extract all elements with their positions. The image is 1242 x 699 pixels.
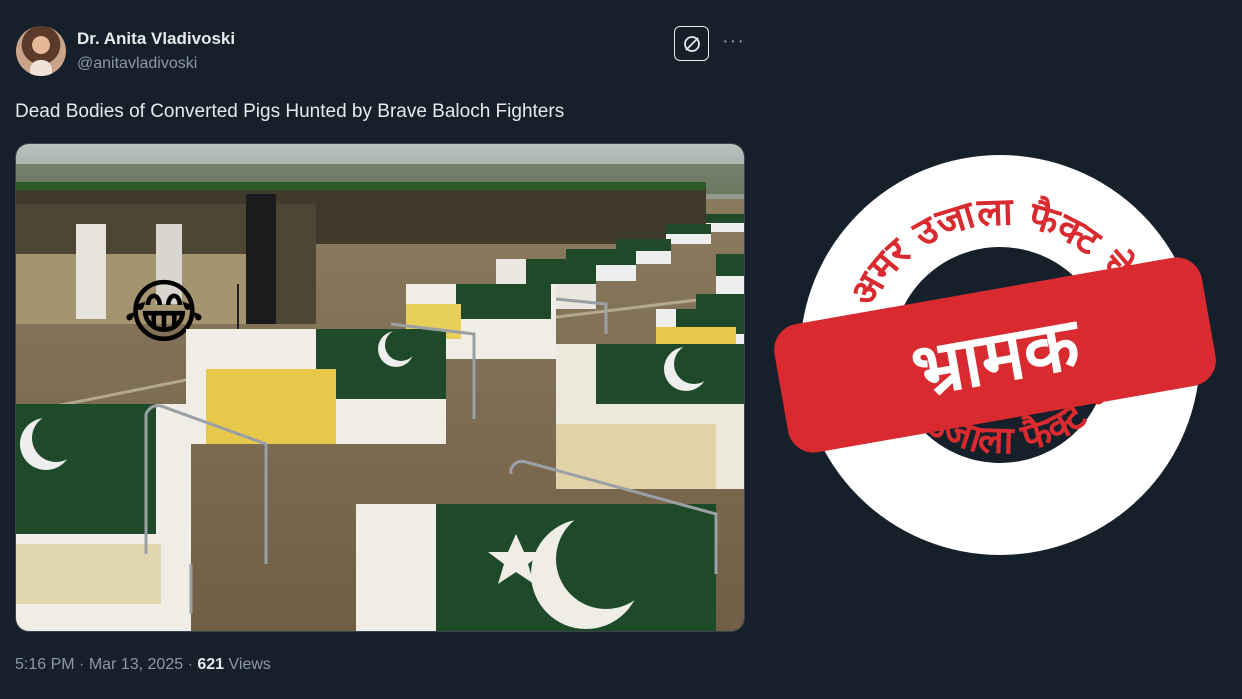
grok-icon	[683, 35, 700, 52]
avatar[interactable]	[16, 26, 66, 76]
author-display-name[interactable]: Dr. Anita Vladivoski	[77, 29, 235, 49]
separator: ·	[79, 656, 85, 673]
separator: ·	[187, 656, 193, 673]
tweet-card: Dr. Anita Vladivoski @anitavladivoski ··…	[0, 0, 760, 699]
views-count: 621	[197, 656, 225, 673]
grok-button[interactable]	[674, 26, 709, 61]
tweet-text: Dead Bodies of Converted Pigs Hunted by …	[15, 101, 565, 122]
tweet-time[interactable]: 5:16 PM	[15, 656, 75, 673]
views-label: Views	[228, 656, 271, 673]
author-handle[interactable]: @anitavladivoski	[77, 55, 197, 73]
fact-check-stamp: अमर उजाला फैक्ट चेक अमर उजाला फैक्ट चेक …	[770, 150, 1220, 560]
tweet-media-photo[interactable]: 😂	[15, 143, 745, 632]
tweet-footer: 5:16 PM · Mar 13, 2025 · 621 Views	[15, 656, 271, 674]
more-horizontal-icon[interactable]: ···	[722, 30, 745, 53]
tweet-date[interactable]: Mar 13, 2025	[89, 656, 183, 673]
